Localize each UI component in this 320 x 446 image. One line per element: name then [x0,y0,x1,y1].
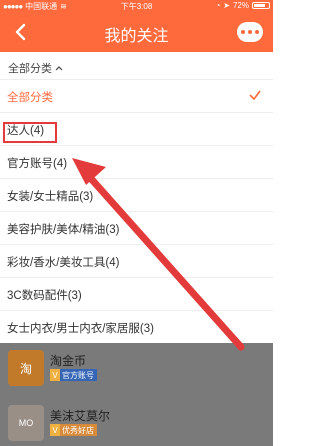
avatar: 淘 [8,350,44,386]
status-badge: V 优秀好店 [50,424,97,436]
dimmed-list-overlay[interactable]: 淘 淘金币 V 官方账号 MO 美沫艾莫尔 V 优秀好店 [0,343,273,446]
location-icon: ➤ [223,1,230,10]
category-filter-label[interactable]: 全部分类 [8,60,63,76]
battery-icon [252,2,270,9]
status-badge: V 官方账号 [50,369,97,381]
menu-item-label: 全部分类 [7,92,53,104]
menu-item-label: 3C数码配件(3) [7,290,82,302]
page-title: 我的关注 [104,28,169,45]
menu-item-label: 彩妆/香水/美妆工具(4) [7,257,120,269]
menu-item-underwear[interactable]: 女士内衣/男士内衣/家居服(3) [0,311,273,344]
status-right: ◔ ➤ 72% [215,1,270,10]
battery-percent: 72% [232,1,249,10]
list-item[interactable]: 淘 淘金币 V 官方账号 [0,345,273,391]
annotation-highlight-box [3,122,57,143]
chevron-up-icon [55,66,63,71]
more-dots-icon [241,30,245,34]
category-menu: 全部分类 达人(4) 官方账号(4) 女装/女士精品(3) 美容护肤/美体/精油… [0,80,273,344]
menu-item-label: 美容护肤/美体/精油(3) [7,224,120,236]
category-filter[interactable]: 全部分类 [0,52,273,80]
menu-item-women[interactable]: 女装/女士精品(3) [0,179,273,212]
menu-item-all[interactable]: 全部分类 [0,80,273,113]
avatar: MO [8,405,44,441]
list-item[interactable]: MO 美沫艾莫尔 V 优秀好店 [0,400,273,446]
list-item-name: 淘金币 [50,354,87,368]
checkmark-icon [249,90,261,101]
menu-item-makeup[interactable]: 彩妆/香水/美妆工具(4) [0,245,273,278]
verified-icon: V [50,369,60,381]
menu-item-official[interactable]: 官方账号(4) [0,146,273,179]
status-bar: ●●●●● 中国联通 ≋ 下午3:08 ◔ ➤ 72% [0,0,273,12]
menu-item-3c[interactable]: 3C数码配件(3) [0,278,273,311]
menu-item-label: 女装/女士精品(3) [7,191,94,203]
more-button[interactable] [237,22,263,42]
menu-item-beauty[interactable]: 美容护肤/美体/精油(3) [0,212,273,245]
nav-bar: 我的关注 [0,12,273,52]
verified-icon: V [50,424,60,436]
alarm-icon: ◔ [215,1,221,10]
menu-item-label: 官方账号(4) [7,158,68,170]
menu-item-label: 女士内衣/男士内衣/家居服(3) [7,323,154,335]
list-item-name: 美沫艾莫尔 [50,409,111,423]
